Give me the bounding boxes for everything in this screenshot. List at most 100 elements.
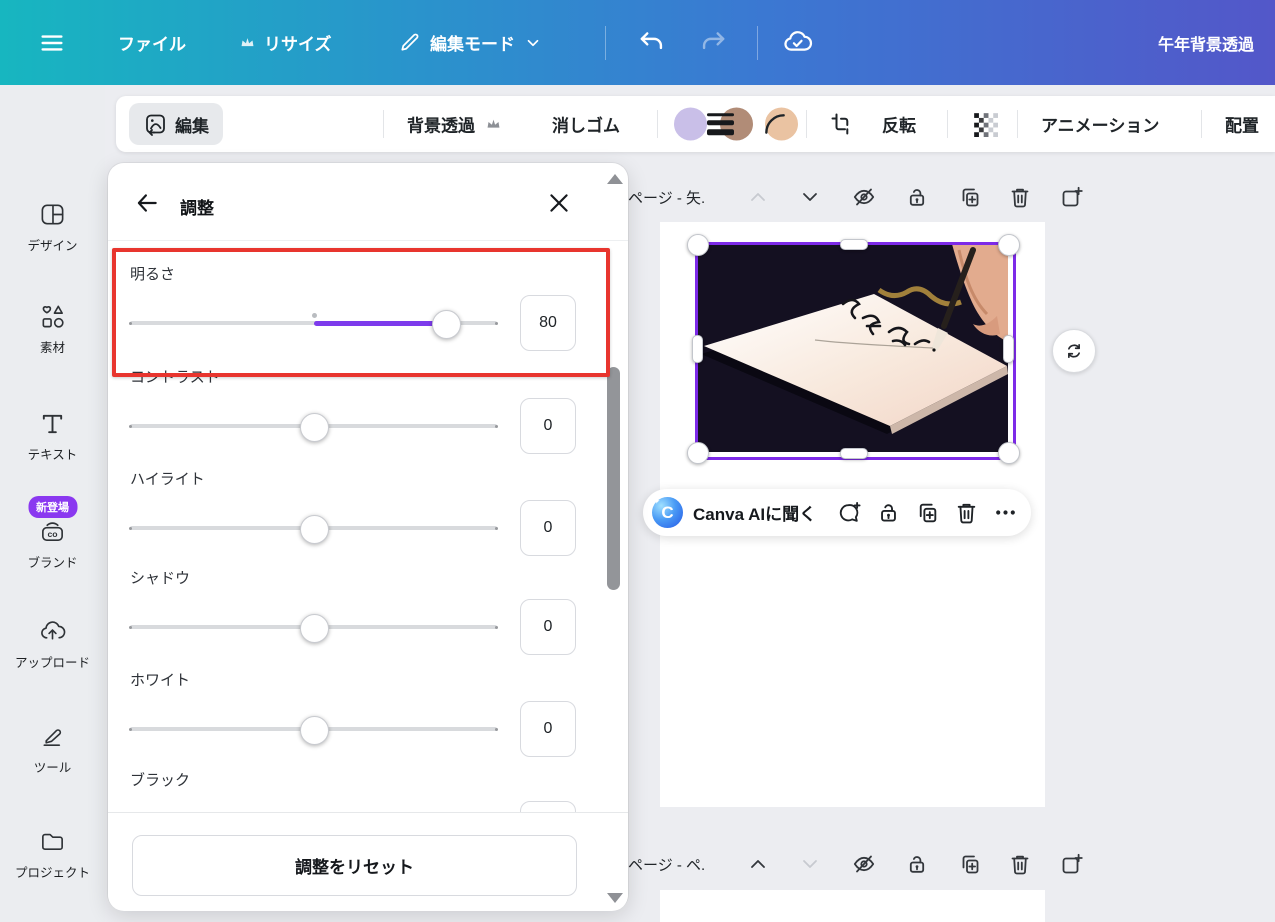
page2-label[interactable]: ページ - ペ. (628, 852, 705, 876)
slider-thumb[interactable] (300, 515, 329, 544)
trash-icon[interactable] (1008, 852, 1032, 876)
transparency-button[interactable] (972, 111, 998, 137)
trash-icon[interactable] (1008, 185, 1032, 209)
add-page-icon[interactable] (1060, 852, 1084, 876)
trash-icon[interactable] (954, 500, 979, 525)
redo-icon (699, 28, 728, 57)
chevron-down-icon[interactable] (798, 185, 822, 209)
undo-button[interactable] (637, 0, 666, 85)
bg-remove-button[interactable]: 背景透過 (407, 112, 503, 137)
slider-thumb[interactable] (300, 413, 329, 442)
more-icon[interactable] (993, 500, 1018, 525)
slider-fill (314, 321, 446, 326)
eraser-button[interactable]: 消しゴム (552, 112, 620, 137)
animation-button[interactable]: アニメーション (1041, 112, 1159, 137)
resize-handle-n[interactable] (840, 239, 868, 250)
page1-label[interactable]: ページ - 矢. (628, 185, 705, 209)
eye-off-icon[interactable] (852, 185, 876, 209)
highlights-value[interactable]: 0 (520, 500, 576, 556)
resize-handle-ne[interactable] (998, 234, 1020, 256)
elements-icon (39, 303, 66, 330)
lock-open-icon[interactable] (905, 185, 929, 209)
highlights-slider[interactable] (130, 526, 497, 530)
resize-handle-s[interactable] (840, 448, 868, 459)
sidebar-item-label: ツール (34, 757, 72, 776)
crop-icon (830, 112, 854, 136)
edit-mode-button[interactable]: 編集モード (398, 0, 542, 85)
cloud-save-status[interactable] (782, 0, 813, 85)
back-arrow-icon[interactable] (134, 190, 160, 216)
brightness-slider[interactable] (130, 321, 497, 325)
whites-slider[interactable] (130, 727, 497, 731)
file-menu-button[interactable]: ファイル (118, 0, 186, 85)
slider-thumb[interactable] (300, 614, 329, 643)
resize-handle-sw[interactable] (687, 442, 709, 464)
corner-rounding-button[interactable] (762, 111, 788, 137)
redo-button[interactable] (699, 0, 728, 85)
lock-open-icon[interactable] (905, 852, 929, 876)
sidebar-item-label: テキスト (28, 444, 78, 463)
sidebar-item-uploads[interactable]: アップロード (0, 618, 105, 671)
resize-handle-nw[interactable] (687, 234, 709, 256)
topbar-divider (605, 26, 606, 60)
chevron-up-icon[interactable] (746, 852, 770, 876)
sidebar-item-elements[interactable]: 素材 (0, 303, 105, 356)
contrast-slider[interactable] (130, 424, 497, 428)
resize-handle-w[interactable] (692, 335, 703, 363)
sidebar-item-text[interactable]: テキスト (0, 410, 105, 463)
pencil-icon (398, 31, 421, 54)
transparency-icon (972, 111, 998, 137)
eye-off-icon[interactable] (852, 852, 876, 876)
slider-origin-dot (312, 313, 317, 318)
edit-label: 編集 (175, 112, 209, 137)
duplicate-icon[interactable] (958, 852, 982, 876)
color-swatch-1[interactable] (674, 108, 707, 141)
slider-thumb[interactable] (432, 310, 461, 339)
sidebar-item-design[interactable]: デザイン (0, 201, 105, 254)
element-context-toolbar: C Canva AIに聞く (643, 489, 1031, 536)
stroke-weight-icon[interactable] (707, 113, 734, 135)
crown-icon (238, 33, 257, 52)
panel-scrollbar[interactable] (607, 367, 620, 590)
sidebar-item-projects[interactable]: プロジェクト (0, 828, 105, 881)
edit-image-button[interactable]: 編集 (129, 103, 223, 145)
add-page-icon[interactable] (1060, 185, 1084, 209)
shadows-value[interactable]: 0 (520, 599, 576, 655)
scroll-down-arrow[interactable] (607, 893, 623, 903)
rotate-button[interactable] (1052, 329, 1096, 373)
duplicate-icon[interactable] (958, 185, 982, 209)
sidebar-item-label: ブランド (27, 552, 77, 571)
sidebar-item-tools[interactable]: ツール (0, 723, 105, 776)
flip-button[interactable]: 反転 (882, 112, 916, 137)
close-icon[interactable] (546, 190, 572, 216)
chevron-down-icon[interactable] (798, 852, 822, 876)
position-label: 配置 (1225, 112, 1259, 137)
lock-open-icon[interactable] (876, 500, 901, 525)
comment-plus-icon[interactable] (837, 500, 862, 525)
upload-icon (39, 618, 66, 645)
crown-icon (484, 115, 503, 134)
selected-image[interactable] (697, 244, 1008, 452)
duplicate-icon[interactable] (915, 500, 940, 525)
document-title[interactable]: 午年背景透過 (1158, 0, 1275, 85)
ask-canva-ai-button[interactable]: Canva AIに聞く (693, 500, 816, 525)
slider-row-highlights: ハイライト 0 (108, 468, 628, 568)
resize-handle-e[interactable] (1003, 335, 1014, 363)
crop-button[interactable] (830, 112, 854, 136)
sidebar-item-label: アップロード (15, 652, 90, 671)
sidebar-item-brand[interactable]: 新登場 co ブランド (0, 518, 105, 571)
chevron-up-icon[interactable] (746, 185, 770, 209)
position-button[interactable]: 配置 (1225, 112, 1259, 137)
resize-handle-se[interactable] (998, 442, 1020, 464)
whites-value[interactable]: 0 (520, 701, 576, 757)
contrast-value[interactable]: 0 (520, 398, 576, 454)
main-menu-button[interactable] (38, 0, 66, 85)
brightness-value[interactable]: 80 (520, 295, 576, 351)
scroll-up-arrow[interactable] (607, 174, 623, 184)
slider-thumb[interactable] (300, 716, 329, 745)
shadows-slider[interactable] (130, 625, 497, 629)
resize-button[interactable]: リサイズ (238, 0, 332, 85)
reset-adjustments-button[interactable]: 調整をリセット (132, 835, 577, 896)
page2-canvas[interactable] (660, 890, 1045, 922)
toolbar-divider (657, 110, 658, 138)
